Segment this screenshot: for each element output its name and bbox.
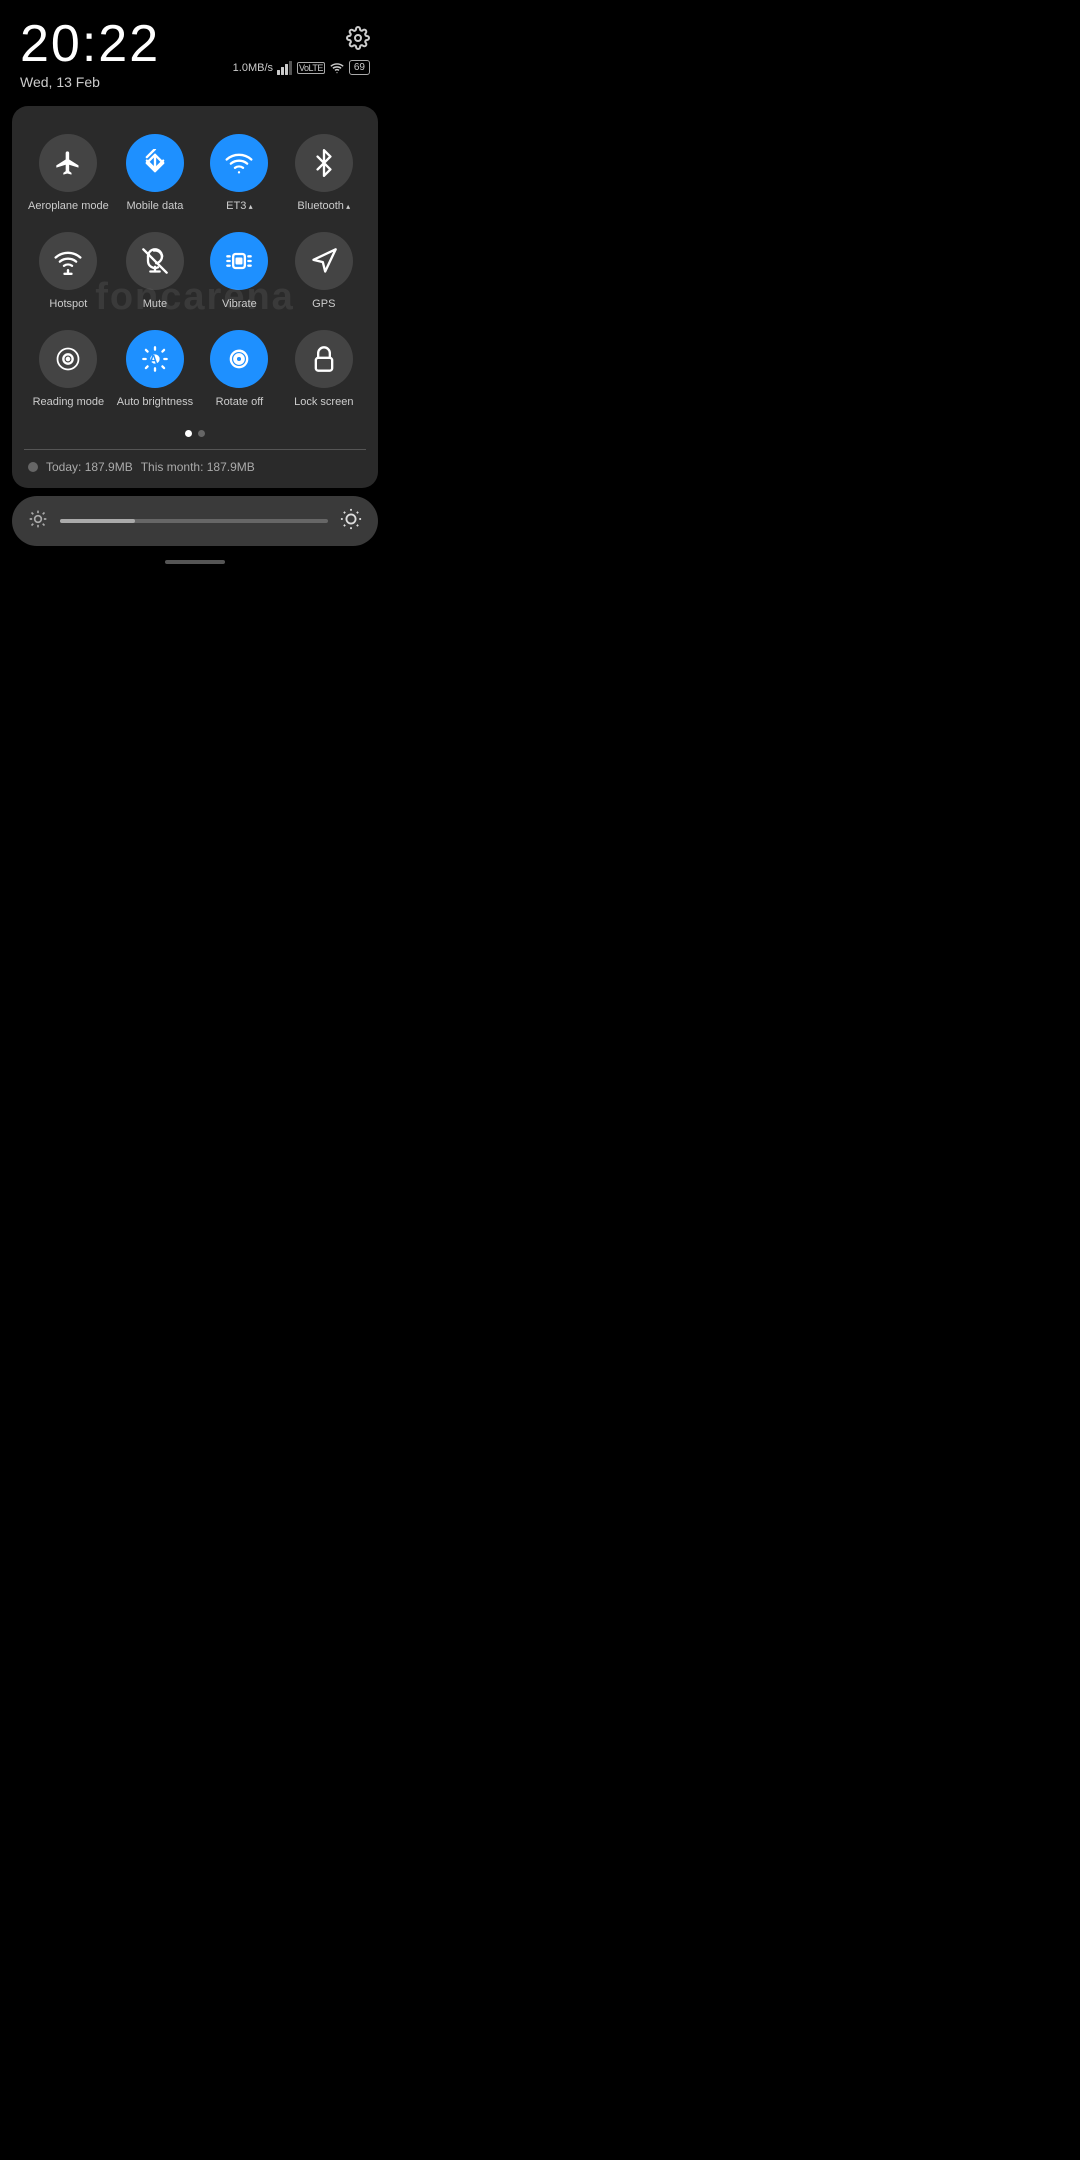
divider [24, 449, 366, 450]
brightness-slider[interactable] [12, 496, 378, 546]
mobile-data-icon-circle [126, 134, 184, 192]
qs-bluetooth[interactable]: Bluetooth [282, 124, 366, 222]
mobile-data-label: Mobile data [127, 200, 184, 212]
brightness-fill [60, 519, 135, 523]
svg-text:A: A [149, 354, 158, 367]
wifi-label: ET3 [226, 200, 252, 212]
qs-gps[interactable]: GPS [282, 222, 366, 320]
qs-mobile-data[interactable]: Mobile data [113, 124, 197, 222]
vibrate-label: Vibrate [222, 298, 257, 310]
mute-icon-circle [126, 232, 184, 290]
handle-bar [165, 560, 225, 564]
brightness-track[interactable] [60, 519, 328, 523]
dot-1[interactable] [185, 430, 192, 437]
brightness-low-icon [28, 509, 48, 534]
status-right: 1.0MB/s VoLTE 69 [233, 18, 370, 75]
aeroplane-label: Aeroplane mode [28, 200, 109, 212]
mute-label: Mute [143, 298, 167, 310]
data-usage: Today: 187.9MB This month: 187.9MB [24, 460, 366, 474]
vibrate-icon-circle [210, 232, 268, 290]
reading-label: Reading mode [33, 396, 105, 408]
rotate-icon-circle [210, 330, 268, 388]
speed-text: 1.0MB/s [233, 62, 273, 74]
qs-auto-brightness[interactable]: A Auto brightness [113, 320, 197, 418]
pagination-dots [24, 430, 366, 437]
qs-wifi[interactable]: ET3 [197, 124, 281, 222]
time-block: 20:22 Wed, 13 Feb [20, 18, 160, 90]
data-month: This month: 187.9MB [141, 460, 255, 474]
qs-aeroplane[interactable]: Aeroplane mode [24, 124, 113, 222]
qs-mute[interactable]: Mute [113, 222, 197, 320]
qs-hotspot[interactable]: Hotspot [24, 222, 113, 320]
status-icons: 1.0MB/s VoLTE 69 [233, 60, 370, 75]
date: Wed, 13 Feb [20, 74, 160, 90]
qs-vibrate[interactable]: Vibrate [197, 222, 281, 320]
aeroplane-icon-circle [39, 134, 97, 192]
quick-settings-grid: Aeroplane mode Mobile data [24, 124, 366, 418]
gps-label: GPS [312, 298, 335, 310]
auto-brightness-icon-circle: A [126, 330, 184, 388]
auto-brightness-label: Auto brightness [117, 396, 193, 408]
data-usage-icon [28, 462, 38, 472]
qs-lock-screen[interactable]: Lock screen [282, 320, 366, 418]
lock-screen-label: Lock screen [294, 396, 353, 408]
reading-icon-circle [39, 330, 97, 388]
rotate-label: Rotate off [216, 396, 264, 408]
battery-level: 69 [354, 62, 365, 73]
qs-reading[interactable]: Reading mode [24, 320, 113, 418]
status-bar: 20:22 Wed, 13 Feb 1.0MB/s VoLTE [0, 0, 390, 98]
brightness-high-icon [340, 508, 362, 535]
quick-settings-panel: foncarena Aeroplane mode [12, 106, 378, 488]
bluetooth-label: Bluetooth [297, 200, 350, 212]
lock-screen-icon-circle [295, 330, 353, 388]
bottom-handle [0, 560, 390, 564]
bluetooth-icon-circle [295, 134, 353, 192]
clock: 20:22 [20, 18, 160, 70]
hotspot-icon-circle [39, 232, 97, 290]
settings-icon[interactable] [346, 26, 370, 56]
wifi-icon-circle [210, 134, 268, 192]
qs-rotate[interactable]: Rotate off [197, 320, 281, 418]
gps-icon-circle [295, 232, 353, 290]
hotspot-label: Hotspot [49, 298, 87, 310]
data-today: Today: 187.9MB [46, 460, 133, 474]
dot-2[interactable] [198, 430, 205, 437]
